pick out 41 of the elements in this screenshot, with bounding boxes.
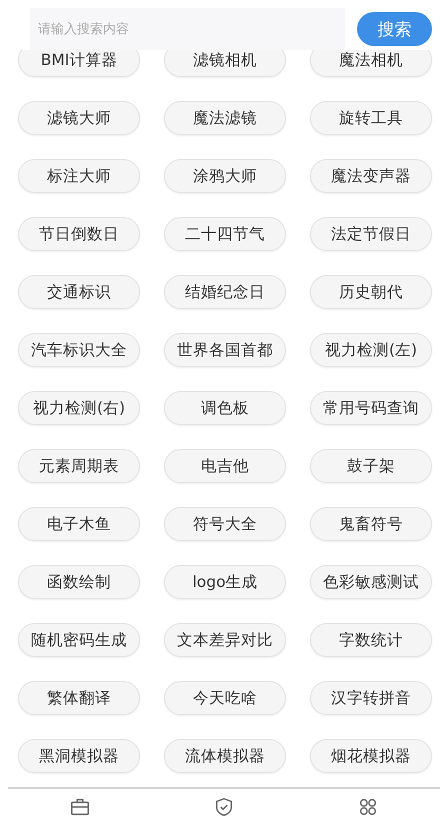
tool-button[interactable]: 黑洞模拟器: [18, 739, 140, 773]
tool-button[interactable]: 符号大全: [164, 507, 286, 541]
tool-button[interactable]: 繁体翻译: [18, 681, 140, 715]
tool-button[interactable]: 调色板: [164, 391, 286, 425]
tool-button[interactable]: 涂鸦大师: [164, 159, 286, 193]
tool-button[interactable]: 文本差异对比: [164, 623, 286, 657]
tool-button[interactable]: 随机密码生成: [18, 623, 140, 657]
tool-button[interactable]: 法定节假日: [310, 217, 432, 251]
shield-check-icon: [213, 796, 235, 818]
tool-button[interactable]: 节日倒数日: [18, 217, 140, 251]
tool-button[interactable]: 旋转工具: [310, 101, 432, 135]
tool-button[interactable]: 视力检测(右): [18, 391, 140, 425]
tool-button[interactable]: 函数绘制: [18, 565, 140, 599]
tool-button[interactable]: logo生成: [164, 565, 286, 599]
tool-button[interactable]: 汉字转拼音: [310, 681, 432, 715]
tool-button[interactable]: 视力检测(左): [310, 333, 432, 367]
tool-button[interactable]: 标注大师: [18, 159, 140, 193]
tool-button[interactable]: 魔法相机: [310, 50, 432, 77]
tool-button[interactable]: 历史朝代: [310, 275, 432, 309]
search-field[interactable]: 请输入搜索内容: [30, 8, 345, 50]
tool-button[interactable]: BMI计算器: [18, 50, 140, 77]
tool-button[interactable]: 字数统计: [310, 623, 432, 657]
tool-button[interactable]: 结婚纪念日: [164, 275, 286, 309]
tool-button[interactable]: 电子木鱼: [18, 507, 140, 541]
tool-button[interactable]: 常用号码查询: [310, 391, 432, 425]
tool-button[interactable]: 今天吃啥: [164, 681, 286, 715]
tool-button[interactable]: 元素周期表: [18, 449, 140, 483]
tool-button[interactable]: 滤镜大师: [18, 101, 140, 135]
tool-button[interactable]: 色彩敏感测试: [310, 565, 432, 599]
tool-button[interactable]: 滤镜相机: [164, 50, 286, 77]
tool-button[interactable]: 鬼畜符号: [310, 507, 432, 541]
tool-button[interactable]: 汽车标识大全: [18, 333, 140, 367]
tool-button[interactable]: 鼓子架: [310, 449, 432, 483]
tool-button[interactable]: 流体模拟器: [164, 739, 286, 773]
tool-button[interactable]: 交通标识: [18, 275, 140, 309]
tool-button[interactable]: 烟花模拟器: [310, 739, 432, 773]
tool-button[interactable]: 二十四节气: [164, 217, 286, 251]
tool-button[interactable]: 魔法变声器: [310, 159, 432, 193]
tool-button[interactable]: 电吉他: [164, 449, 286, 483]
tool-button[interactable]: 魔法滤镜: [164, 101, 286, 135]
tool-button[interactable]: 世界各国首都: [164, 333, 286, 367]
